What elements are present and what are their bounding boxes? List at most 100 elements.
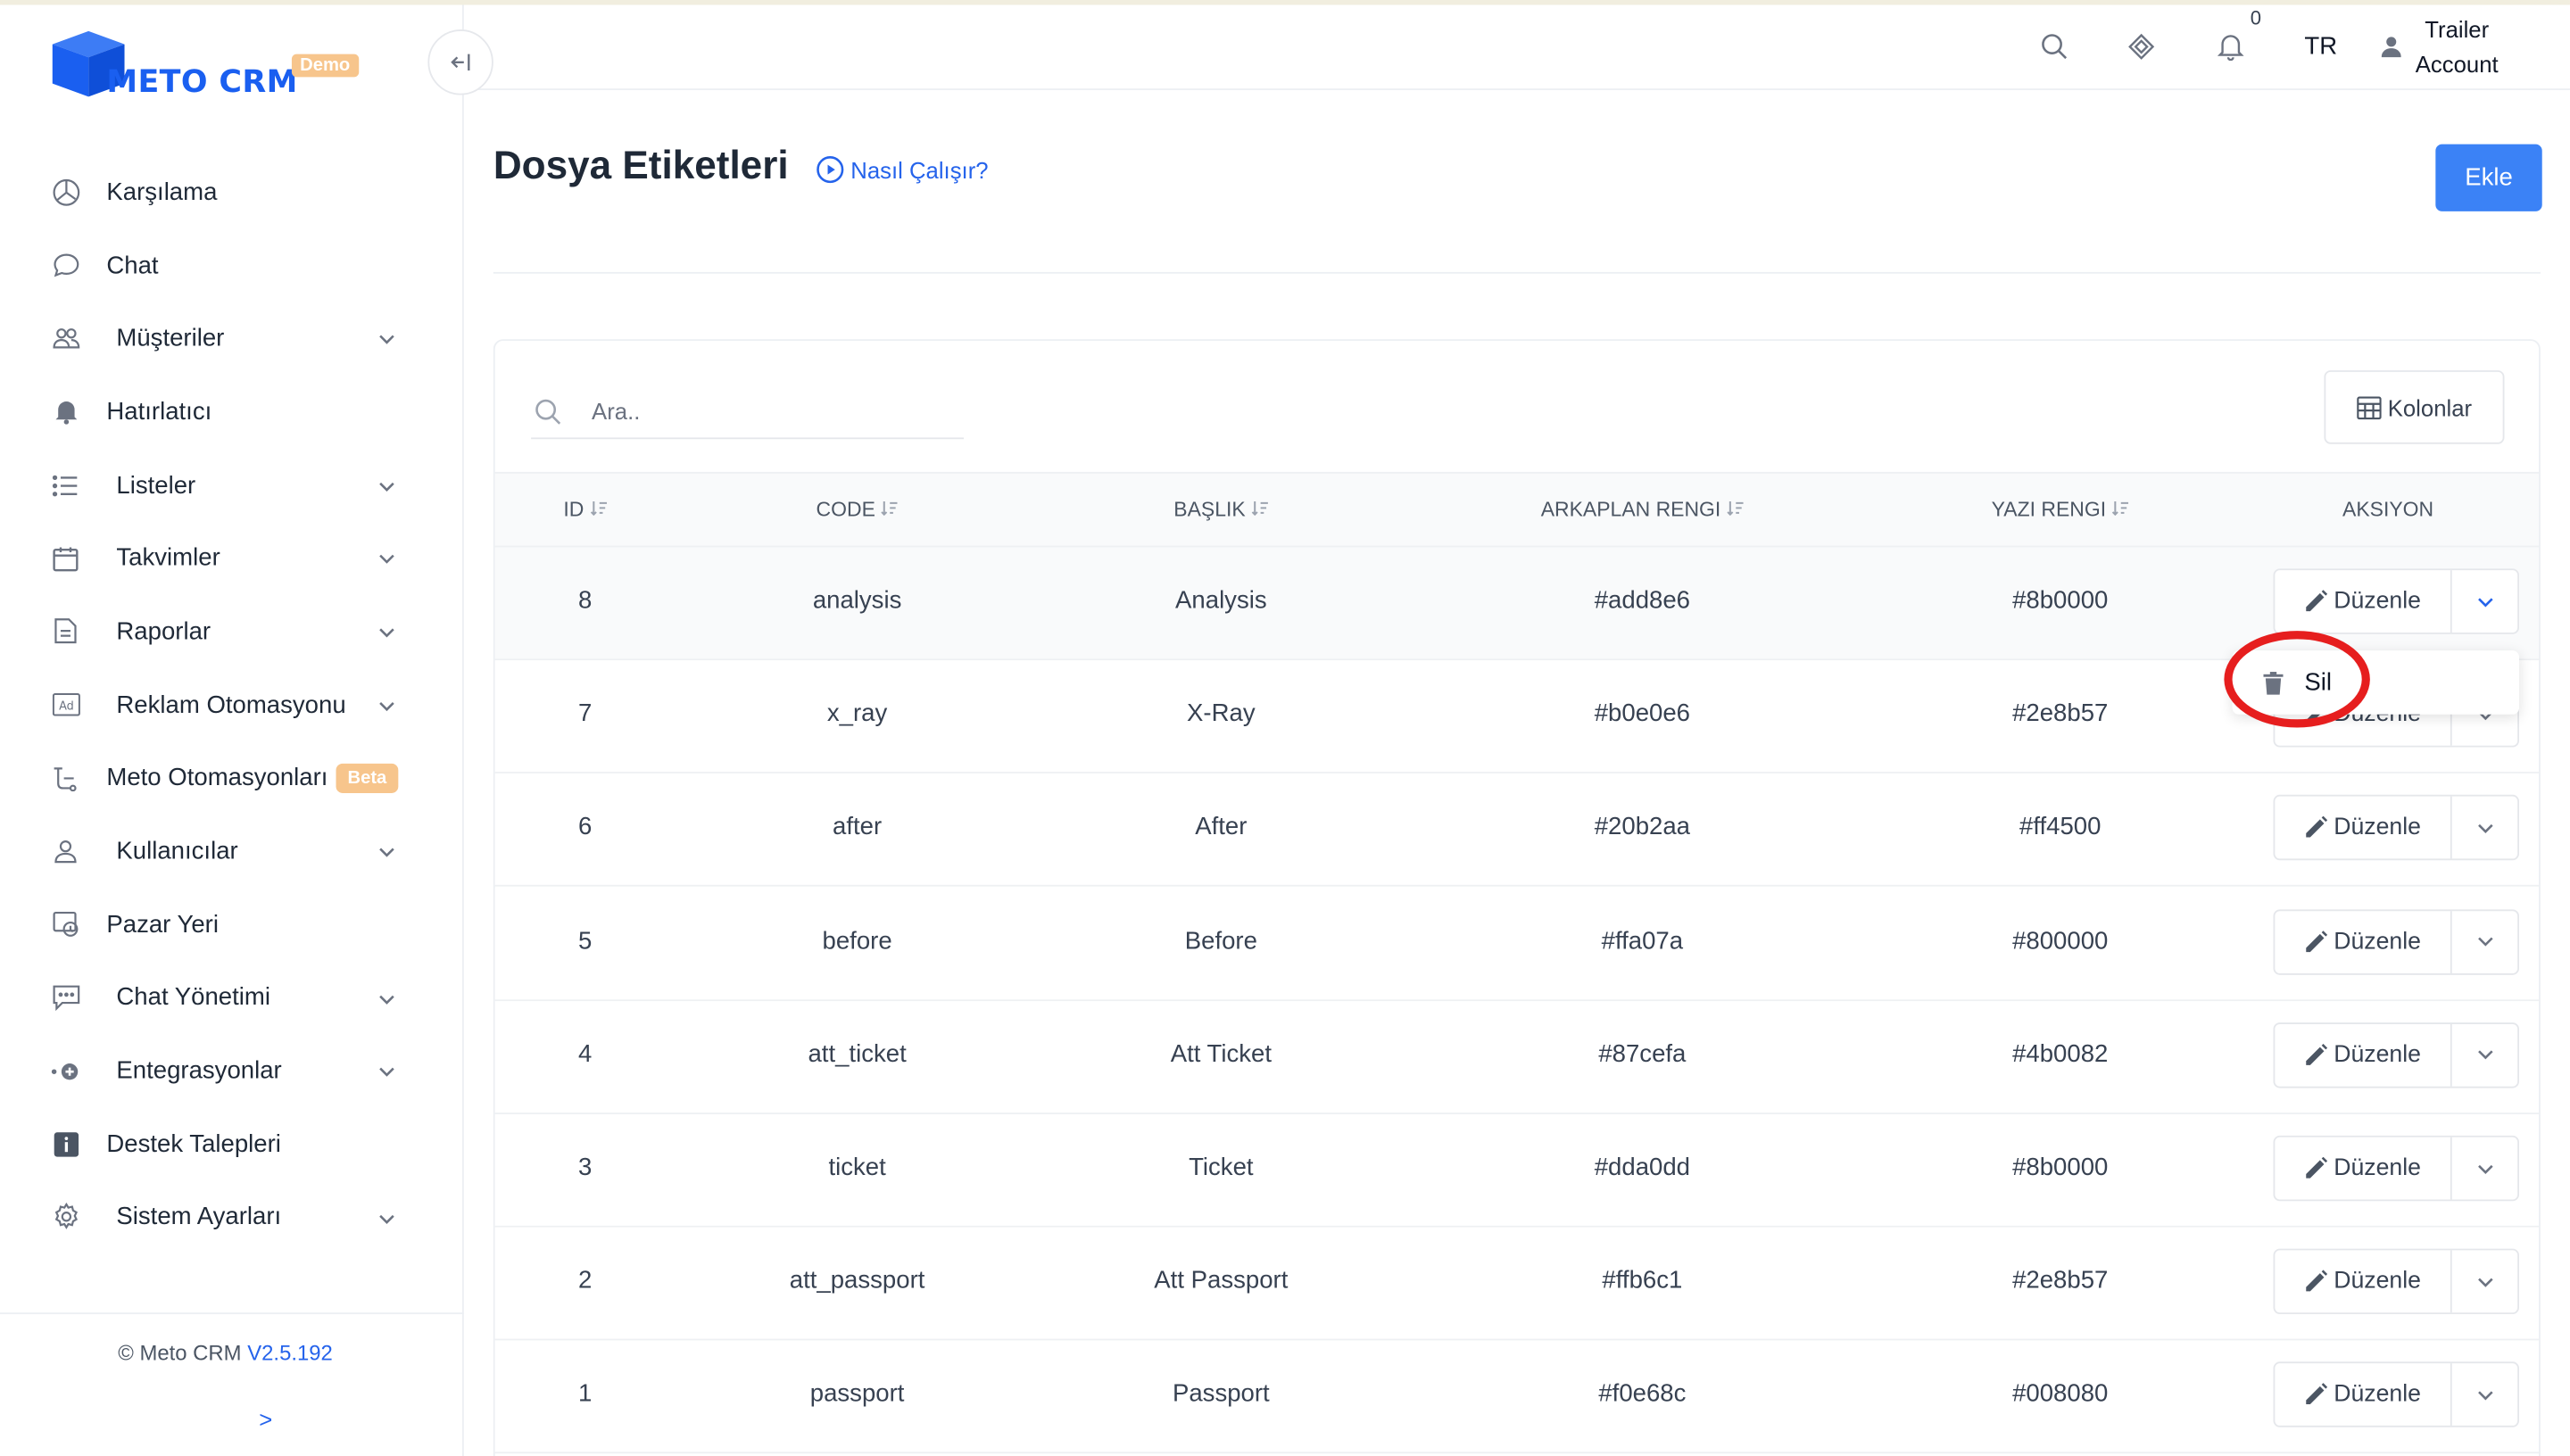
columns-button-label: Kolonlar: [2387, 393, 2473, 421]
cell-code: analysis: [812, 586, 902, 615]
how-it-works-link[interactable]: Nasıl Çalışır?: [817, 155, 989, 184]
language-switch[interactable]: TR: [2304, 33, 2337, 61]
delete-menu-item[interactable]: Sil: [2304, 668, 2332, 696]
sidebar-item-pazar-yeri[interactable]: Pazar Yeri: [0, 888, 464, 961]
play-circle-icon: [817, 156, 844, 184]
sidebar-item-karşılama[interactable]: Karşılama: [0, 155, 464, 228]
demo-badge: Demo: [291, 54, 359, 78]
column-header-label: YAZI RENGI: [1991, 498, 2107, 522]
chevron-down-icon: [2477, 1050, 2492, 1060]
sidebar-item-hatırlatıcı[interactable]: Hatırlatıcı: [0, 376, 464, 449]
how-it-works-label: Nasıl Çalışır?: [850, 156, 989, 183]
sidebar-item-label: Listeler: [116, 471, 196, 500]
sidebar-item-label: Pazar Yeri: [106, 910, 219, 939]
column-header[interactable]: ID: [563, 498, 607, 521]
logo[interactable]: METO CRM Demo: [49, 28, 377, 110]
edit-button[interactable]: Düzenle: [2275, 1023, 2452, 1087]
tags-table-card: Kolonlar ID CODE BAŞLIK ARKAPLAN RENGI YAZI …: [493, 339, 2541, 1456]
sidebar-item-listeler[interactable]: Listeler: [0, 449, 464, 522]
pencil-icon: [2306, 590, 2327, 612]
pencil-icon: [2306, 1383, 2327, 1405]
user-account-menu[interactable]: Trailer Account: [2408, 13, 2506, 82]
collapse-sidebar-button[interactable]: [427, 29, 493, 95]
row-dropdown-toggle[interactable]: [2452, 570, 2517, 633]
cell-id: 8: [578, 586, 593, 615]
bell-icon: [51, 397, 80, 426]
column-header-label: CODE: [816, 498, 875, 522]
cell-code: att_passport: [789, 1267, 925, 1295]
cell-text-color: #2e8b57: [2012, 1267, 2109, 1295]
sidebar-item-meto-otomasyonları[interactable]: Meto Otomasyonları Beta: [0, 741, 464, 815]
add-button[interactable]: Ekle: [2435, 144, 2542, 211]
search-icon[interactable]: [2041, 33, 2068, 61]
pencil-icon: [2306, 816, 2327, 839]
edit-button[interactable]: Düzenle: [2275, 910, 2452, 973]
sidebar-item-entegrasyonlar[interactable]: Entegrasyonlar: [0, 1034, 464, 1107]
row-dropdown-toggle[interactable]: [2452, 797, 2517, 859]
users-icon: [51, 324, 80, 353]
search-input[interactable]: [592, 398, 953, 425]
table-row: 1 passport Passport #f0e68c #008080 Düzenle: [494, 1341, 2540, 1454]
sidebar-item-müşteriler[interactable]: Müşteriler: [0, 302, 464, 376]
column-header[interactable]: CODE: [817, 498, 899, 521]
cell-bg-color: #20b2aa: [1594, 813, 1691, 841]
sidebar-item-chat[interactable]: Chat: [0, 229, 464, 302]
column-header-label: ARKAPLAN RENGI: [1540, 498, 1721, 522]
cell-id: 5: [578, 926, 593, 956]
user-name-line1: Trailer: [2425, 16, 2490, 43]
cell-text-color: #800000: [2012, 926, 2109, 956]
column-header: AKSIYON: [2342, 498, 2433, 521]
sidebar-item-kullanıcılar[interactable]: Kullanıcılar: [0, 815, 464, 888]
notification-bell-icon[interactable]: [2218, 33, 2244, 61]
chevron-down-icon: [2477, 597, 2492, 607]
row-actions: Düzenle: [2273, 1135, 2520, 1202]
sidebar-item-destek-talepleri[interactable]: Destek Talepleri: [0, 1107, 464, 1180]
chevron-down-icon: [2477, 937, 2492, 947]
version-link[interactable]: V2.5.192: [247, 1340, 333, 1365]
column-header-label: AKSIYON: [2342, 498, 2434, 522]
sidebar-item-sistem-ayarları[interactable]: Sistem Ayarları: [0, 1181, 464, 1254]
edit-button[interactable]: Düzenle: [2275, 1250, 2452, 1313]
edit-button[interactable]: Düzenle: [2275, 1137, 2452, 1200]
sidebar: METO CRM Demo Karşılama Chat Müşteriler Hat…: [0, 4, 464, 1456]
cell-text-color: #008080: [2012, 1380, 2109, 1409]
divider: [493, 271, 2541, 274]
table-row: 5 before Before #ffa07a #800000 Düzenle: [494, 887, 2540, 1001]
table-row: 6 after After #20b2aa #ff4500 Düzenle: [494, 774, 2540, 888]
table-grid-icon: [2356, 395, 2382, 419]
sidebar-item-raporlar[interactable]: Raporlar: [0, 595, 464, 668]
sidebar-item-reklam-otomasyonu[interactable]: Ad Reklam Otomasyonu: [0, 668, 464, 741]
edit-button-label: Düzenle: [2334, 815, 2421, 841]
diamond-icon[interactable]: [2127, 33, 2155, 61]
edit-button[interactable]: Düzenle: [2275, 570, 2452, 633]
row-dropdown-toggle[interactable]: [2452, 1138, 2517, 1200]
cell-code: before: [822, 926, 892, 956]
row-dropdown-toggle[interactable]: [2452, 1364, 2517, 1427]
sidebar-item-chat-yönetimi[interactable]: Chat Yönetimi: [0, 961, 464, 1034]
edit-button[interactable]: Düzenle: [2275, 797, 2452, 860]
row-dropdown-toggle[interactable]: [2452, 910, 2517, 972]
columns-button[interactable]: Kolonlar: [2324, 370, 2505, 444]
column-header[interactable]: YAZI RENGI: [1992, 498, 2129, 521]
sidebar-item-label: Kullanıcılar: [116, 837, 238, 865]
column-header[interactable]: BAŞLIK: [1173, 498, 1268, 521]
cell-id: 4: [578, 1039, 593, 1069]
cell-title: Ticket: [1189, 1154, 1254, 1182]
row-dropdown-toggle[interactable]: [2452, 1251, 2517, 1313]
cell-code: ticket: [828, 1154, 886, 1182]
row-dropdown-toggle[interactable]: [2452, 1024, 2517, 1087]
cell-text-color: #2e8b57: [2012, 699, 2109, 728]
pencil-icon: [2306, 930, 2327, 952]
row-actions: Düzenle: [2273, 908, 2520, 975]
ad-icon: Ad: [51, 691, 80, 720]
sort-icon: [880, 499, 898, 520]
cell-bg-color: #add8e6: [1594, 586, 1691, 615]
edit-button-label: Düzenle: [2334, 588, 2421, 615]
trash-icon: [2263, 671, 2284, 694]
edit-button-label: Düzenle: [2334, 1382, 2421, 1409]
edit-button[interactable]: Düzenle: [2275, 1363, 2452, 1427]
expand-sidebar-button[interactable]: >: [259, 1406, 272, 1432]
sidebar-item-takvimler[interactable]: Takvimler: [0, 522, 464, 595]
cell-code: after: [833, 813, 883, 841]
column-header[interactable]: ARKAPLAN RENGI: [1541, 498, 1744, 521]
